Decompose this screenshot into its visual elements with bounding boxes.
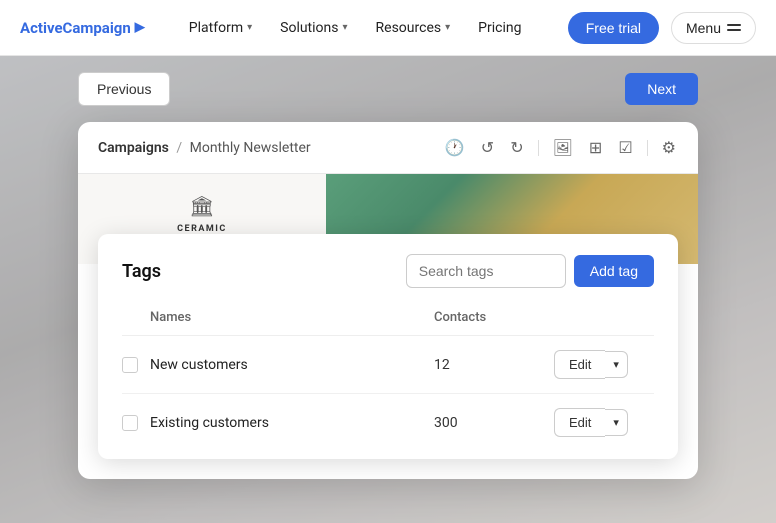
previous-button[interactable]: Previous bbox=[78, 72, 170, 106]
breadcrumb-newsletter: Monthly Newsletter bbox=[190, 140, 311, 156]
resources-chevron-icon: ▾ bbox=[445, 22, 450, 33]
tag-contacts-0: 12 bbox=[434, 357, 554, 373]
breadcrumb: Campaigns / Monthly Newsletter bbox=[98, 140, 311, 156]
campaign-nav-bar: Previous Next bbox=[78, 56, 698, 122]
tags-dialog: Tags Add tag Names Contacts New customer… bbox=[98, 234, 678, 459]
edit-chevron-button-1[interactable]: ▾ bbox=[605, 409, 628, 436]
ceramic-icon: 🏛 bbox=[189, 194, 214, 218]
check-icon[interactable]: ☑ bbox=[616, 136, 634, 159]
platform-chevron-icon: ▾ bbox=[247, 22, 252, 33]
breadcrumb-separator: / bbox=[176, 140, 182, 156]
toolbar-divider bbox=[538, 140, 539, 156]
table-row: New customers 12 Edit ▾ bbox=[122, 336, 654, 394]
next-button[interactable]: Next bbox=[625, 73, 698, 105]
logo-arrow: ▶ bbox=[135, 20, 145, 35]
campaign-modal: Campaigns / Monthly Newsletter 🕐 ↺ ↻ 🖼 ⊞… bbox=[78, 122, 698, 479]
tags-title: Tags bbox=[122, 261, 161, 282]
nav-platform[interactable]: Platform ▾ bbox=[177, 12, 264, 44]
redo-icon[interactable]: ↻ bbox=[508, 136, 525, 159]
tag-checkbox-0[interactable] bbox=[122, 357, 138, 373]
tag-checkbox-1[interactable] bbox=[122, 415, 138, 431]
toolbar-icons: 🕐 ↺ ↻ 🖼 ⊞ ☑ ⚙ bbox=[443, 136, 678, 159]
col-header-contacts: Contacts bbox=[434, 310, 554, 325]
solutions-chevron-icon: ▾ bbox=[343, 22, 348, 33]
tag-actions-0: Edit ▾ bbox=[554, 350, 654, 379]
image-icon[interactable]: 🖼 bbox=[551, 136, 575, 159]
nav-links: Platform ▾ Solutions ▾ Resources ▾ Prici… bbox=[177, 12, 568, 44]
nav-right: Free trial Menu bbox=[568, 12, 756, 44]
table-row: Existing customers 300 Edit ▾ bbox=[122, 394, 654, 451]
menu-button[interactable]: Menu bbox=[671, 12, 756, 44]
nav-solutions[interactable]: Solutions ▾ bbox=[268, 12, 359, 44]
nav-resources[interactable]: Resources ▾ bbox=[364, 12, 463, 44]
undo-icon[interactable]: ↺ bbox=[479, 136, 496, 159]
modal-container: Previous Next Campaigns / Monthly Newsle… bbox=[78, 56, 698, 479]
logo-text: ActiveCampaign bbox=[20, 19, 131, 37]
breadcrumb-campaigns[interactable]: Campaigns bbox=[98, 140, 169, 156]
free-trial-button[interactable]: Free trial bbox=[568, 12, 659, 44]
settings-icon[interactable]: ⚙ bbox=[660, 136, 678, 159]
add-tag-button[interactable]: Add tag bbox=[574, 255, 654, 287]
tags-header: Tags Add tag bbox=[122, 254, 654, 288]
edit-button-1[interactable]: Edit bbox=[554, 408, 605, 437]
edit-chevron-button-0[interactable]: ▾ bbox=[605, 351, 628, 378]
grid-icon[interactable]: ⊞ bbox=[587, 136, 604, 159]
navbar: ActiveCampaign ▶ Platform ▾ Solutions ▾ … bbox=[0, 0, 776, 56]
toolbar-divider-2 bbox=[647, 140, 648, 156]
nav-pricing[interactable]: Pricing bbox=[466, 12, 533, 44]
tag-actions-1: Edit ▾ bbox=[554, 408, 654, 437]
hamburger-icon bbox=[727, 24, 741, 31]
tag-contacts-1: 300 bbox=[434, 415, 554, 431]
tag-name-0: New customers bbox=[150, 357, 434, 373]
tags-search-area: Add tag bbox=[406, 254, 654, 288]
campaign-toolbar: Campaigns / Monthly Newsletter 🕐 ↺ ↻ 🖼 ⊞… bbox=[78, 122, 698, 174]
clock-icon[interactable]: 🕐 bbox=[443, 136, 467, 159]
tags-table: Names Contacts New customers 12 Edit ▾ bbox=[122, 304, 654, 451]
logo[interactable]: ActiveCampaign ▶ bbox=[20, 19, 145, 37]
col-header-name: Names bbox=[150, 310, 434, 325]
tag-name-1: Existing customers bbox=[150, 415, 434, 431]
tags-table-header: Names Contacts bbox=[122, 304, 654, 336]
search-input[interactable] bbox=[406, 254, 566, 288]
edit-button-0[interactable]: Edit bbox=[554, 350, 605, 379]
